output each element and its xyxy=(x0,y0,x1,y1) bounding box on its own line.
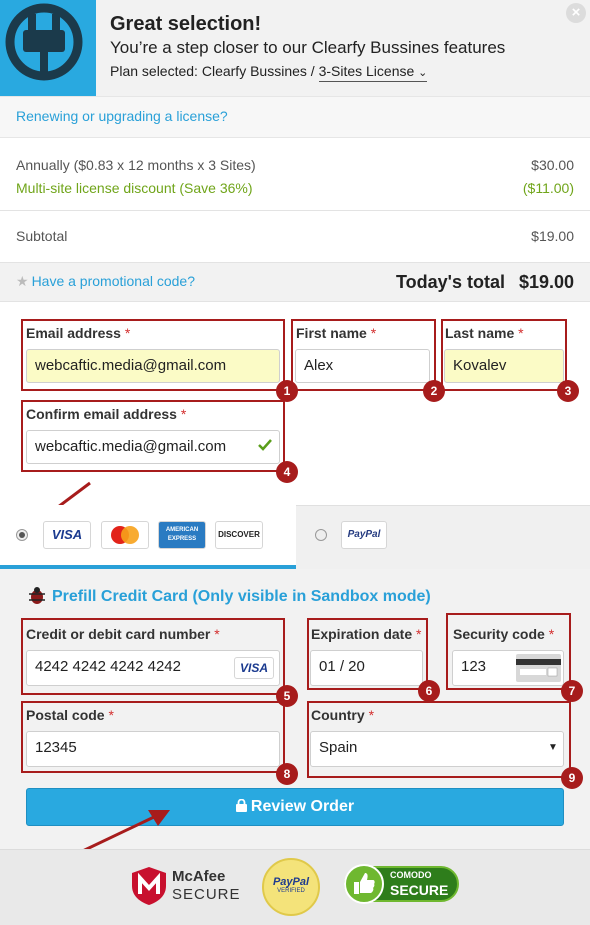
required-mark: * xyxy=(108,707,114,723)
required-mark: * xyxy=(518,325,524,341)
card-back-icon xyxy=(516,654,561,687)
required-mark: * xyxy=(370,325,377,341)
confirm-email-label-text: Confirm email address xyxy=(26,406,177,422)
required-mark: * xyxy=(368,707,375,723)
annual-value: $30.00 xyxy=(531,157,574,173)
security-code-label: Security code * xyxy=(453,626,554,642)
lock-icon xyxy=(235,790,247,826)
last-name-field[interactable]: Kovalev xyxy=(444,349,564,383)
comodo-line1: COMODO xyxy=(390,870,432,880)
visa-brand-icon: VISA xyxy=(234,657,274,679)
postal-code-field[interactable]: 12345 xyxy=(26,731,280,767)
first-name-field[interactable]: Alex xyxy=(295,349,430,383)
mastercard-logo xyxy=(101,521,149,549)
mcafee-secure-seal: McAfee SECURE xyxy=(172,868,241,904)
total-label: Today's total xyxy=(396,272,505,292)
step-badge-4: 4 xyxy=(276,461,298,483)
last-name-label: Last name * xyxy=(445,325,524,341)
header-title: Great selection! xyxy=(110,13,262,35)
required-mark: * xyxy=(124,325,131,341)
comodo-line2: SECURE xyxy=(390,882,449,898)
step-badge-7: 7 xyxy=(561,680,583,702)
discount-label: Multi-site license discount (Save 36%) xyxy=(16,180,253,196)
header-subtitle: You’re a step closer to our Clearfy Buss… xyxy=(110,38,506,57)
discount-value: ($11.00) xyxy=(522,180,574,196)
thumbs-up-icon xyxy=(344,864,384,904)
prefill-card-link[interactable]: Prefill Credit Card (Only visible in San… xyxy=(52,588,431,606)
card-number-label: Credit or debit card number * xyxy=(26,626,220,642)
last-name-label-text: Last name xyxy=(445,325,515,341)
paypal-seal-line2: VERIFIED xyxy=(277,888,305,894)
postal-code-label-text: Postal code xyxy=(26,707,105,723)
plan-selected: Plan selected: Clearfy Bussines / 3-Site… xyxy=(110,63,428,82)
step-badge-9: 9 xyxy=(561,767,583,789)
card-number-label-text: Credit or debit card number xyxy=(26,626,211,642)
annual-label: Annually ($0.83 x 12 months x 3 Sites) xyxy=(16,157,256,173)
bug-icon xyxy=(27,586,47,611)
chevron-down-icon: ⌄ xyxy=(418,67,428,79)
confirm-email-field[interactable]: webcaftic.media@gmail.com xyxy=(26,430,280,464)
plan-prefix: Plan selected: xyxy=(110,63,202,79)
license-value: 3-Sites License xyxy=(318,63,415,79)
required-mark: * xyxy=(214,626,220,642)
country-label: Country * xyxy=(311,707,374,723)
discover-logo: DISCOVER xyxy=(215,521,263,549)
first-name-label-text: First name xyxy=(296,325,367,341)
country-select[interactable]: Spain xyxy=(310,731,564,767)
paypal-verified-seal: PayPal VERIFIED xyxy=(262,858,320,916)
license-select[interactable]: 3-Sites License ⌄ xyxy=(318,63,428,82)
amex-logo: AMERICAN EXPRESS xyxy=(158,521,206,549)
step-badge-3: 3 xyxy=(557,380,579,402)
close-button[interactable]: × xyxy=(566,3,586,23)
divider xyxy=(0,210,590,211)
chevron-down-icon: ▼ xyxy=(548,742,558,753)
star-icon: ★ xyxy=(16,273,29,289)
paypal-radio[interactable] xyxy=(315,529,327,541)
promo-code-text: Have a promotional code? xyxy=(31,273,195,289)
renew-upgrade-link[interactable]: Renewing or upgrading a license? xyxy=(16,108,228,124)
email-label: Email address * xyxy=(26,325,130,341)
first-name-label: First name * xyxy=(296,325,376,341)
expiration-field[interactable]: 01 / 20 xyxy=(310,650,423,686)
step-badge-8: 8 xyxy=(276,763,298,785)
visa-logo: VISA xyxy=(43,521,91,549)
email-field[interactable]: webcaftic.media@gmail.com xyxy=(26,349,280,383)
postal-code-label: Postal code * xyxy=(26,707,114,723)
mcafee-line1: McAfee xyxy=(172,868,226,885)
mcafee-shield-icon xyxy=(130,866,168,911)
confirm-email-label: Confirm email address * xyxy=(26,406,186,422)
total-value: $19.00 xyxy=(519,272,575,292)
expiration-label-text: Expiration date xyxy=(311,626,413,642)
card-radio[interactable] xyxy=(16,529,28,541)
paypal-logo[interactable]: PayPal xyxy=(341,521,387,549)
required-mark: * xyxy=(180,406,187,422)
country-label-text: Country xyxy=(311,707,365,723)
comodo-secure-seal: COMODO SECURE xyxy=(344,864,459,904)
paypal-seal-line1: PayPal xyxy=(272,876,310,888)
mcafee-line2: SECURE xyxy=(172,886,241,903)
plug-logo-icon xyxy=(0,0,96,96)
step-badge-6: 6 xyxy=(418,680,440,702)
subtotal-label: Subtotal xyxy=(16,228,68,244)
required-mark: * xyxy=(416,626,422,642)
promo-code-link[interactable]: ★ Have a promotional code? xyxy=(16,273,195,290)
security-code-label-text: Security code xyxy=(453,626,545,642)
email-label-text: Email address xyxy=(26,325,121,341)
required-mark: * xyxy=(548,626,555,642)
plan-name: Clearfy Bussines / xyxy=(201,63,319,79)
expiration-label: Expiration date * xyxy=(311,626,421,642)
review-order-label: Review Order xyxy=(250,798,355,815)
check-icon xyxy=(258,438,272,457)
subtotal-value: $19.00 xyxy=(531,228,574,244)
